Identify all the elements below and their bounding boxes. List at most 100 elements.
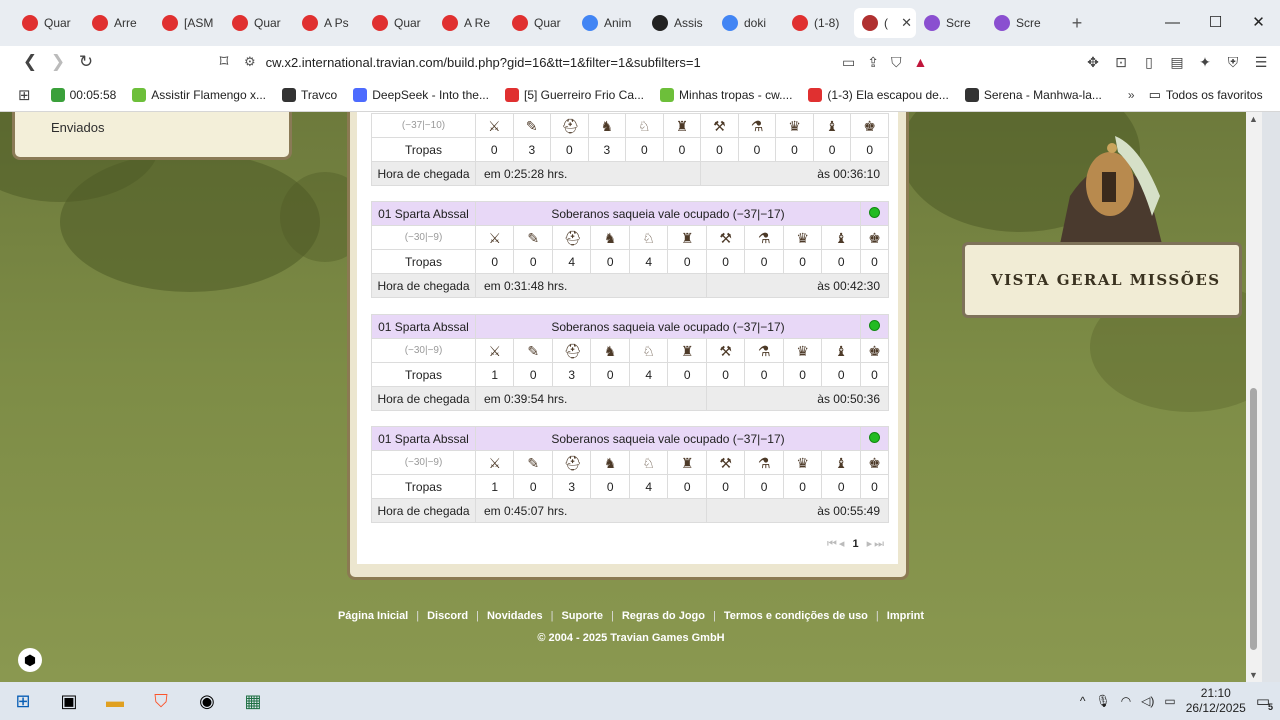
browser-tab[interactable]: Quar: [224, 8, 294, 38]
show-hidden-icons[interactable]: ^: [1080, 694, 1086, 708]
separator: |: [875, 610, 879, 622]
footer-link[interactable]: Imprint: [887, 610, 924, 622]
forward-icon[interactable]: ❯: [44, 52, 72, 72]
mission-link[interactable]: Soberanos saqueia vale ocupado (−37|−17): [475, 426, 861, 451]
footer-link[interactable]: Suporte: [561, 610, 603, 622]
bookmark-item[interactable]: Travco: [282, 87, 337, 102]
village-link[interactable]: 01 Sparta Abssal: [371, 314, 476, 339]
clock[interactable]: 21:10 26/12/2025: [1186, 686, 1246, 716]
more-bookmarks-icon[interactable]: »: [1128, 88, 1135, 102]
reload-icon[interactable]: ↻: [72, 52, 100, 72]
mission-link[interactable]: Soberanos saqueia vale ocupado (−37|−17): [475, 201, 861, 226]
start-icon[interactable]: ⊞: [0, 682, 46, 720]
task-view-icon[interactable]: ▣: [46, 682, 92, 720]
minimize-icon[interactable]: —: [1151, 0, 1194, 46]
close-window-icon[interactable]: ✕: [1237, 0, 1280, 46]
current-page: 1: [852, 538, 861, 550]
apps-icon[interactable]: ⊞: [18, 86, 31, 104]
volume-icon[interactable]: ◁): [1141, 694, 1154, 708]
footer-link[interactable]: Regras do Jogo: [622, 610, 705, 622]
scroll-up-icon[interactable]: ▲: [1249, 114, 1258, 124]
cookie-settings-icon[interactable]: ⬢: [18, 648, 42, 672]
bookmark-item[interactable]: (1-3) Ela escapou de...: [808, 87, 949, 102]
extensions-icon[interactable]: ✥: [1082, 54, 1104, 71]
browser-tab[interactable]: Quar: [14, 8, 84, 38]
pagination[interactable]: ⏮◂ 1 ▸⏭: [827, 537, 886, 551]
tab-title: A Re: [464, 16, 491, 30]
troop-count: 0: [667, 249, 707, 274]
browser-tab[interactable]: Assis: [644, 8, 714, 38]
settler-icon: ♝: [834, 454, 848, 471]
new-tab-icon[interactable]: +: [1064, 13, 1090, 34]
sent-link[interactable]: Enviados: [51, 120, 104, 135]
browser-tab[interactable]: doki: [714, 8, 784, 38]
scroll-down-icon[interactable]: ▼: [1249, 670, 1258, 680]
troop-counts-row: Tropas 0 3 0 3 0 0 0 0 0 0 0: [371, 137, 889, 162]
sidebar-icon[interactable]: ▯: [1138, 54, 1160, 71]
quest-overview-button[interactable]: VISTA GERAL MISSÕES: [962, 242, 1242, 318]
footer-link[interactable]: Página Inicial: [338, 610, 408, 622]
notifications-icon[interactable]: ▭ 5: [1256, 692, 1273, 712]
browser-tab[interactable]: A Ps: [294, 8, 364, 38]
tab-favicon-icon: [22, 15, 38, 31]
ram-icon: ⚒: [719, 454, 732, 471]
site-settings-icon[interactable]: ⚙: [244, 54, 256, 70]
menu-icon[interactable]: ☰: [1250, 54, 1272, 71]
browser-tab[interactable]: (1-8): [784, 8, 854, 38]
unit-icons-row: (−37|−10) ⚔ ✎ ⛑ ♞ ♘ ♜ ⚒ ⚗ ♛ ♝ ♚: [371, 113, 889, 138]
tab-title: A Ps: [324, 16, 349, 30]
browser-tab[interactable]: Anim: [574, 8, 644, 38]
browser-tab[interactable]: A Re: [434, 8, 504, 38]
copyright: © 2004 - 2025 Travian Games GmbH: [537, 632, 725, 644]
install-icon[interactable]: ▭: [842, 54, 855, 71]
all-bookmarks[interactable]: ▭ Todos os favoritos: [1149, 87, 1263, 103]
bookmark-item[interactable]: Minhas tropas - cw....: [660, 87, 792, 102]
brave-shield-icon[interactable]: ⛉: [891, 54, 902, 71]
movement-table: 01 Sparta Abssal Soberanos saqueia vale o…: [371, 314, 890, 411]
mission-link[interactable]: Soberanos saqueia vale ocupado (−37|−17): [475, 314, 861, 339]
brave-taskbar-icon[interactable]: ⛉: [138, 682, 184, 720]
vpn-icon[interactable]: ⛨: [1222, 54, 1244, 71]
file-explorer-icon[interactable]: ▬: [92, 682, 138, 720]
rewards-icon[interactable]: ▲: [913, 54, 927, 70]
bookmark-icon[interactable]: ⌑: [210, 52, 238, 72]
scrollbar-thumb[interactable]: [1250, 388, 1257, 650]
browser-tab[interactable]: [ASM: [154, 8, 224, 38]
troop-count: 0: [475, 137, 514, 162]
footer-link[interactable]: Discord: [427, 610, 468, 622]
maximize-icon[interactable]: ☐: [1194, 0, 1237, 46]
screenshot-icon[interactable]: ⊡: [1110, 54, 1132, 71]
village-link[interactable]: 01 Sparta Abssal: [371, 426, 476, 451]
close-tab-icon[interactable]: ✕: [901, 15, 912, 31]
bookmark-item[interactable]: DeepSeek - Into the...: [353, 87, 489, 102]
microphone-icon[interactable]: 🎙: [1095, 694, 1110, 708]
bookmark-item[interactable]: Serena - Manhwa-la...: [964, 87, 1102, 102]
share-icon[interactable]: ⇪: [867, 54, 879, 71]
browser-tab[interactable]: Quar: [364, 8, 434, 38]
troop-count: 0: [821, 249, 861, 274]
tab-favicon-icon: [994, 15, 1010, 31]
village-link[interactable]: 01 Sparta Abssal: [371, 201, 476, 226]
leo-icon[interactable]: ✦: [1194, 54, 1216, 71]
footer-link[interactable]: Novidades: [487, 610, 543, 622]
page-scrollbar[interactable]: ▲ ▼: [1246, 112, 1262, 682]
bookmark-item[interactable]: Assistir Flamengo x...: [132, 87, 266, 102]
browser-tab[interactable]: Scre: [916, 8, 986, 38]
footer-link[interactable]: Termos e condições de uso: [724, 610, 868, 622]
wifi-icon[interactable]: ◠: [1121, 694, 1131, 708]
bookmark-item[interactable]: [5] Guerreiro Frio Ca...: [504, 87, 644, 102]
browser-tab[interactable]: Arre: [84, 8, 154, 38]
arrival-row: Hora de chegada em 0:31:48 hrs. às 00:42:3…: [371, 273, 890, 298]
battery-icon[interactable]: ▭: [1164, 694, 1175, 708]
back-icon[interactable]: ❮: [16, 52, 44, 72]
wallet-icon[interactable]: ▤: [1166, 54, 1188, 71]
excel-taskbar-icon[interactable]: ▦: [230, 682, 276, 720]
browser-tab[interactable]: Quar: [504, 8, 574, 38]
unit-cell: ⚒: [705, 450, 746, 475]
troop-count: 0: [782, 362, 823, 387]
browser-tab[interactable]: Scre: [986, 8, 1056, 38]
browser-tab[interactable]: (✕: [854, 8, 916, 38]
bookmark-item[interactable]: 00:05:58: [50, 87, 116, 102]
obs-taskbar-icon[interactable]: ◉: [184, 682, 230, 720]
bookmark-label: Assistir Flamengo x...: [151, 87, 266, 102]
